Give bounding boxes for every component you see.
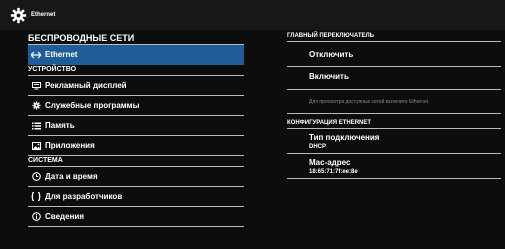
- menu-item-about[interactable]: Сведения: [28, 207, 244, 227]
- menu-item-label: Память: [45, 121, 75, 130]
- connection-type-item[interactable]: Тип подключения DHCP: [287, 129, 501, 154]
- right-panel: ГЛАВНЫЙ ПЕРЕКЛЮЧАТЕЛЬ Отключить Включить…: [287, 30, 501, 179]
- gear-icon: [10, 7, 27, 24]
- connection-type-label: Тип подключения: [309, 132, 380, 142]
- system-section-header: СИСТЕМА: [28, 156, 244, 167]
- ethernet-hint-text: Для просмотра доступных сетей включите E…: [287, 90, 501, 114]
- menu-item-applications[interactable]: Приложения: [28, 136, 244, 156]
- mac-address-item[interactable]: Mac-адрес 18:65:71:7f:ee:8e: [287, 154, 501, 179]
- menu-item-utilities[interactable]: Служебные программы: [28, 96, 244, 116]
- menu-item-storage[interactable]: Память: [28, 116, 244, 136]
- wireless-networks-header: БЕСПРОВОДНЫЕ СЕТИ: [28, 33, 244, 45]
- enable-button[interactable]: Включить: [287, 67, 501, 90]
- menu-item-label: Служебные программы: [45, 101, 140, 110]
- main-switch-header: ГЛАВНЫЙ ПЕРЕКЛЮЧАТЕЛЬ: [287, 31, 501, 42]
- arrows-horizontal-icon: [31, 51, 41, 59]
- mac-address-value: 18:65:71:7f:ee:8e: [309, 168, 358, 175]
- device-section-header: УСТРОЙСТВО: [28, 65, 244, 76]
- title-bar: Ethernet: [0, 0, 505, 30]
- menu-item-ethernet[interactable]: Ethernet: [28, 45, 244, 65]
- info-icon: [31, 212, 41, 221]
- image-icon: [31, 141, 41, 150]
- connection-type-value: DHCP: [309, 143, 327, 150]
- menu-item-label: Приложения: [45, 141, 95, 150]
- braces-icon: [31, 192, 41, 201]
- settings-content: БЕСПРОВОДНЫЕ СЕТИ Ethernet УСТРОЙСТВО Ре…: [0, 30, 505, 249]
- menu-item-label: Сведения: [45, 212, 84, 221]
- clock-icon: [31, 172, 41, 181]
- display-icon: [31, 81, 41, 90]
- gear-icon: [31, 101, 41, 110]
- menu-item-label: Дата и время: [45, 172, 98, 181]
- window-title: Ethernet: [31, 12, 56, 18]
- menu-item-label: Рекламный дисплей: [45, 81, 127, 90]
- list-icon: [31, 122, 41, 130]
- menu-item-date-time[interactable]: Дата и время: [28, 167, 244, 187]
- ethernet-config-header: КОНФИГУРАЦИЯ ETHERNET: [287, 118, 501, 129]
- menu-item-label: Для разработчиков: [45, 192, 123, 201]
- menu-item-label: Ethernet: [45, 50, 78, 59]
- menu-item-developers[interactable]: Для разработчиков: [28, 187, 244, 207]
- mac-address-label: Mac-адрес: [309, 157, 351, 167]
- disable-button[interactable]: Отключить: [287, 42, 501, 67]
- menu-item-advertising-display[interactable]: Рекламный дисплей: [28, 76, 244, 96]
- left-menu: БЕСПРОВОДНЫЕ СЕТИ Ethernet УСТРОЙСТВО Ре…: [28, 30, 244, 227]
